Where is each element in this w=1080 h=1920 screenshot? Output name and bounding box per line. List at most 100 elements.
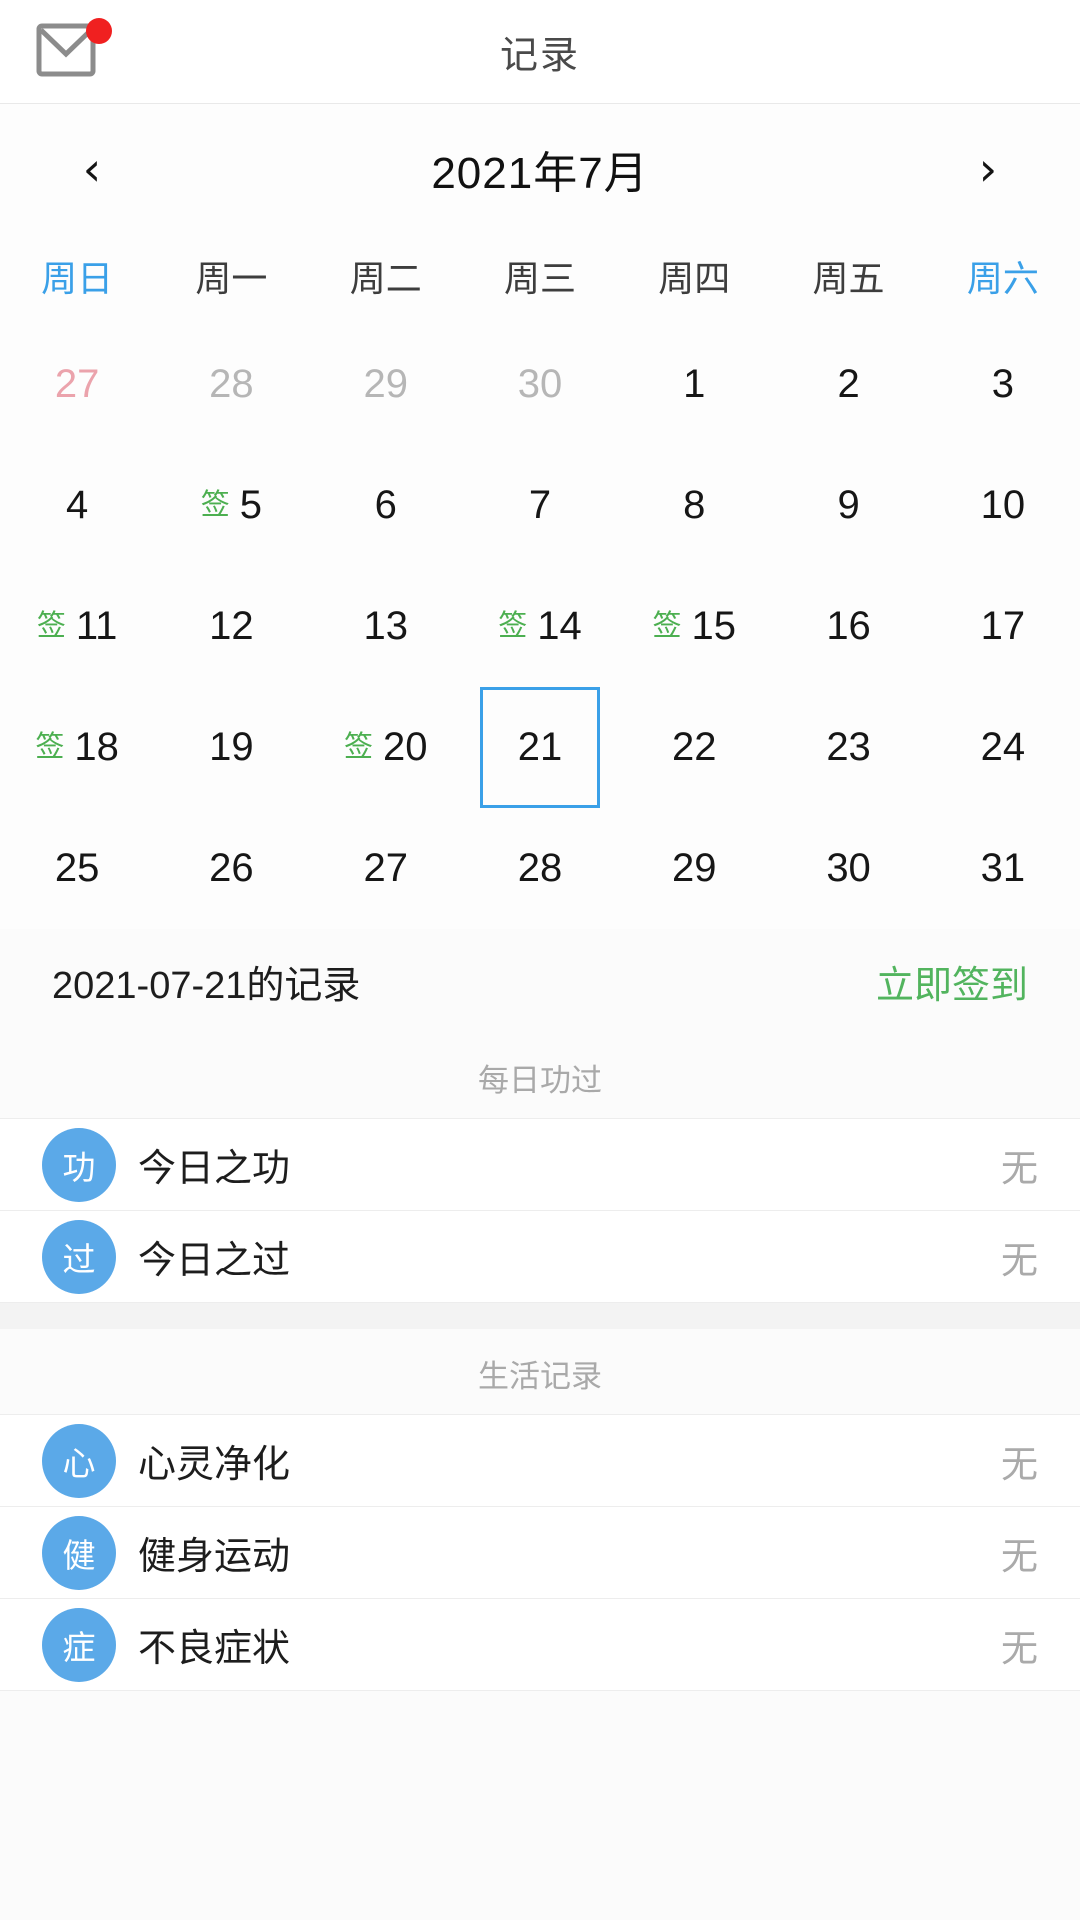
calendar-day-cell[interactable]: 27 — [0, 324, 154, 445]
record-row-label: 今日之过 — [138, 1240, 291, 1282]
calendar-day-number: 5 — [239, 483, 263, 527]
calendar-day-cell[interactable]: 10 — [926, 445, 1080, 566]
calendar-day-cell[interactable]: 1 — [617, 324, 771, 445]
record-row-value: 无 — [1001, 1239, 1038, 1281]
calendar-day[interactable]: 29 — [634, 808, 754, 929]
calendar-day-number: 14 — [537, 604, 582, 648]
signed-in-mark: 签 — [36, 610, 66, 642]
calendar-day-number: 26 — [209, 846, 254, 890]
calendar-day[interactable]: 19 — [171, 687, 291, 808]
calendar-day-cell[interactable]: 27 — [309, 808, 463, 929]
calendar-day[interactable]: 26 — [171, 808, 291, 929]
calendar-day-cell[interactable]: 17 — [926, 566, 1080, 687]
calendar-day-cell[interactable]: 28 — [463, 808, 617, 929]
calendar-day-cell[interactable]: 22 — [617, 687, 771, 808]
calendar-day-number: 31 — [980, 846, 1026, 890]
calendar-day-cell[interactable]: 9 — [771, 445, 925, 566]
calendar-day-cell[interactable]: 25 — [0, 808, 154, 929]
calendar-day[interactable]: 9 — [789, 445, 909, 566]
calendar-day[interactable]: 28 — [171, 324, 291, 445]
calendar-day-number: 4 — [66, 483, 89, 527]
calendar-day[interactable]: 30 — [480, 324, 600, 445]
record-row-value: 无 — [1001, 1535, 1038, 1577]
calendar-day[interactable]: 签 15 — [634, 566, 754, 687]
calendar-day-cell[interactable]: 12 — [154, 566, 308, 687]
calendar-day-cell[interactable]: 16 — [771, 566, 925, 687]
calendar-day[interactable]: 17 — [943, 566, 1063, 687]
calendar-day[interactable]: 25 — [17, 808, 137, 929]
calendar-day[interactable]: 27 — [326, 808, 446, 929]
calendar-day-cell[interactable]: 8 — [617, 445, 771, 566]
calendar-day-number: 24 — [980, 725, 1026, 769]
calendar-day[interactable]: 签5 — [171, 445, 291, 566]
record-row[interactable]: 健健身运动 无 — [0, 1507, 1080, 1599]
calendar-day[interactable]: 1 — [634, 324, 754, 445]
calendar-day-cell[interactable]: 签 18 — [0, 687, 154, 808]
calendar-day-cell[interactable]: 23 — [771, 687, 925, 808]
calendar-day-cell[interactable]: 19 — [154, 687, 308, 808]
calendar-day-number: 1 — [683, 362, 706, 406]
calendar-day[interactable]: 签 18 — [17, 687, 137, 808]
calendar-day-number: 19 — [209, 725, 254, 769]
chevron-right-icon[interactable]: › — [958, 146, 1018, 192]
calendar-day-number: 21 — [517, 725, 563, 769]
calendar-day-cell[interactable]: 7 — [463, 445, 617, 566]
calendar-day-cell[interactable]: 2 — [771, 324, 925, 445]
calendar-day[interactable]: 23 — [789, 687, 909, 808]
calendar-day-cell[interactable]: 签5 — [154, 445, 308, 566]
record-row[interactable]: 症不良症状 无 — [0, 1599, 1080, 1691]
calendar-day-selected[interactable]: 21 — [479, 687, 600, 808]
calendar-day[interactable]: 27 — [17, 324, 137, 445]
calendar-day[interactable]: 29 — [326, 324, 446, 445]
calendar-day[interactable]: 28 — [480, 808, 600, 929]
calendar-day[interactable]: 12 — [171, 566, 291, 687]
calendar-day[interactable]: 31 — [943, 808, 1063, 929]
calendar-day[interactable]: 7 — [480, 445, 600, 566]
calendar-day-cell[interactable]: 24 — [926, 687, 1080, 808]
record-row-value: 无 — [1001, 1627, 1038, 1669]
calendar-day[interactable]: 16 — [789, 566, 909, 687]
calendar-day-cell[interactable]: 29 — [617, 808, 771, 929]
calendar-day-cell[interactable]: 13 — [309, 566, 463, 687]
calendar-day[interactable]: 6 — [326, 445, 446, 566]
avatar: 症 — [42, 1607, 116, 1682]
calendar-day[interactable]: 2 — [789, 324, 909, 445]
calendar-day-grid: 27 28 29 30 1 2 3 4 签 5 6 7 8 9 10 签 11 12 13 签 14 签 15 16 17 签 18… — [0, 324, 1080, 929]
record-row[interactable]: 过今日之过 无 — [0, 1211, 1080, 1303]
calendar-day-number: 10 — [980, 483, 1026, 527]
calendar-day[interactable]: 30 — [789, 808, 909, 929]
calendar-day[interactable]: 4 — [17, 445, 137, 566]
calendar-day-cell[interactable]: 4 — [0, 445, 154, 566]
calendar-day[interactable]: 签 11 — [17, 566, 137, 687]
calendar-day[interactable]: 24 — [943, 687, 1063, 808]
record-row-label: 今日之功 — [138, 1148, 291, 1190]
calendar-day-cell[interactable]: 签 20 — [309, 687, 463, 808]
calendar-day-number: 29 — [363, 362, 408, 406]
calendar-day[interactable]: 8 — [634, 445, 754, 566]
calendar-day-cell[interactable]: 签 15 — [617, 566, 771, 687]
calendar-day-cell[interactable]: 30 — [771, 808, 925, 929]
calendar-day-cell[interactable]: 3 — [926, 324, 1080, 445]
calendar-day-cell[interactable]: 28 — [154, 324, 308, 445]
calendar-day-cell[interactable]: 31 — [926, 808, 1080, 929]
calendar-day-cell[interactable]: 6 — [309, 445, 463, 566]
record-row[interactable]: 心心灵净化 无 — [0, 1415, 1080, 1507]
calendar-day-number: 29 — [672, 846, 717, 890]
calendar-day[interactable]: 10 — [943, 445, 1063, 566]
calendar-day[interactable]: 签 20 — [326, 687, 446, 808]
calendar-day-cell[interactable]: 21 — [463, 687, 617, 808]
record-row[interactable]: 功今日之功 无 — [0, 1119, 1080, 1211]
calendar-day-cell[interactable]: 29 — [309, 324, 463, 445]
calendar-day-cell[interactable]: 30 — [463, 324, 617, 445]
chevron-left-icon[interactable]: ‹ — [62, 146, 122, 192]
calendar-day-cell[interactable]: 26 — [154, 808, 308, 929]
calendar-day[interactable]: 22 — [634, 687, 754, 808]
sign-in-button[interactable]: 立即签到 — [876, 954, 1028, 1009]
record-row-value: 无 — [1001, 1147, 1038, 1189]
calendar-day-cell[interactable]: 签 11 — [0, 566, 154, 687]
calendar-day[interactable]: 签 14 — [480, 566, 600, 687]
calendar-day-cell[interactable]: 签 14 — [463, 566, 617, 687]
calendar-day[interactable]: 3 — [943, 324, 1063, 445]
calendar-day[interactable]: 13 — [326, 566, 446, 687]
calendar-day-number: 20 — [382, 725, 428, 769]
